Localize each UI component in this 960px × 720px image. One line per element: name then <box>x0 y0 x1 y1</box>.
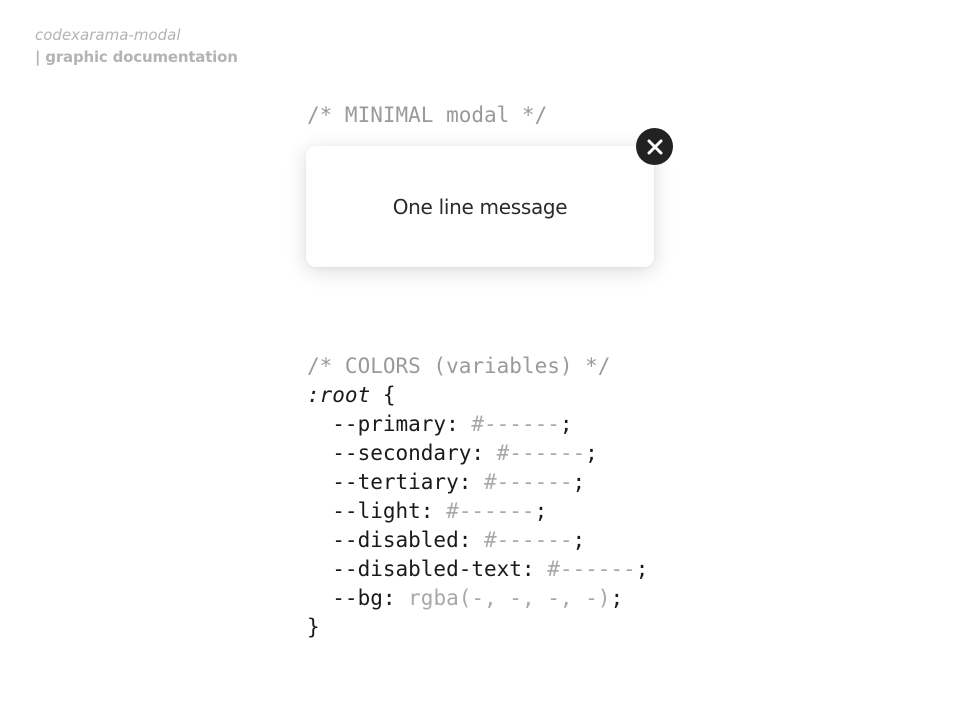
var-end: ; <box>534 499 548 523</box>
var-bg: --bg: rgba(-, -, -, -); <box>307 586 623 610</box>
var-name: --tertiary: <box>307 470 485 494</box>
root-selector: :root <box>307 383 371 407</box>
var-end: ; <box>559 412 573 436</box>
colors-code-block: /* COLORS (variables) */ :root { --prima… <box>307 352 648 642</box>
var-value: rgba(-, -, -, -) <box>408 586 611 610</box>
var-name: --bg: <box>307 586 409 610</box>
var-value: #------ <box>547 557 636 581</box>
minimal-comment: /* MINIMAL modal */ <box>307 103 548 127</box>
var-disabled-text: --disabled-text: #------; <box>307 557 648 581</box>
var-end: ; <box>635 557 649 581</box>
var-end: ; <box>572 528 586 552</box>
close-x-icon <box>647 139 662 154</box>
var-name: --primary: <box>307 412 472 436</box>
doc-header: codexarama-modal | graphic documentation <box>35 24 238 68</box>
var-tertiary: --tertiary: #------; <box>307 470 585 494</box>
var-disabled: --disabled: #------; <box>307 528 585 552</box>
var-end: ; <box>585 441 598 465</box>
modal-box: One line message <box>306 146 654 267</box>
modal-preview: One line message <box>306 128 673 267</box>
minimal-modal-code: /* MINIMAL modal */ <box>307 101 547 130</box>
var-name: --secondary: <box>307 441 497 465</box>
open-brace: { <box>370 383 396 407</box>
var-primary: --primary: #------; <box>307 412 573 436</box>
project-name: codexarama-modal <box>35 26 181 44</box>
var-value: #------ <box>496 441 586 465</box>
var-value: #------ <box>446 499 535 523</box>
modal-message: One line message <box>392 194 568 219</box>
var-name: --disabled: <box>307 528 485 552</box>
var-light: --light: #------; <box>307 499 547 523</box>
var-secondary: --secondary: #------; <box>307 441 598 465</box>
var-end: ; <box>572 470 586 494</box>
doc-subtitle: | graphic documentation <box>35 48 238 66</box>
colors-comment: /* COLORS (variables) */ <box>307 354 611 378</box>
var-end: ; <box>610 586 624 610</box>
var-name: --disabled-text: <box>307 557 548 581</box>
close-brace: } <box>307 615 320 639</box>
close-button[interactable] <box>636 128 673 165</box>
var-value: #------ <box>484 528 573 552</box>
var-value: #------ <box>484 470 573 494</box>
var-name: --light: <box>307 499 447 523</box>
var-value: #------ <box>471 412 560 436</box>
